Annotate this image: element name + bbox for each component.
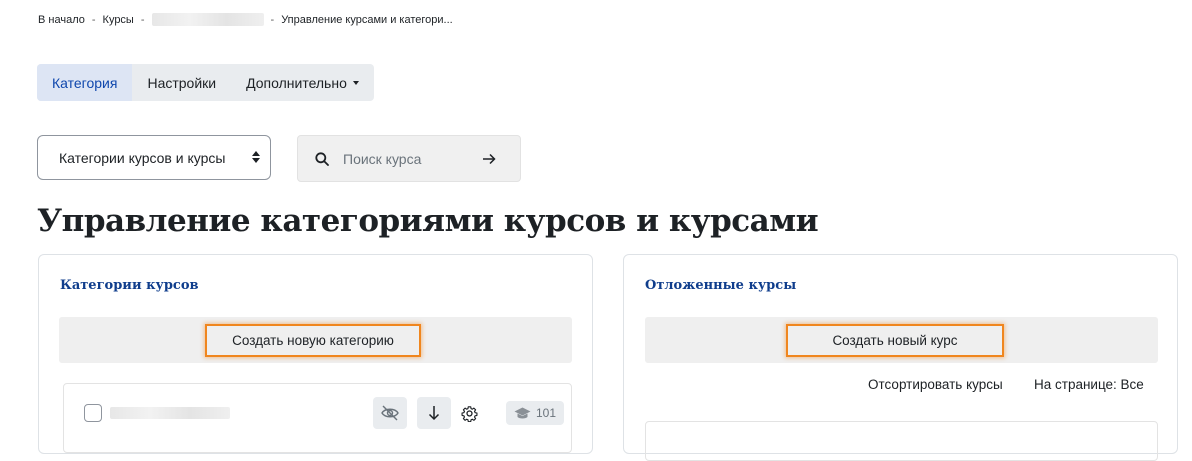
arrow-down-icon [428, 406, 440, 421]
courses-panel: Отложенные курсы Создать новый курс Отсо… [623, 254, 1178, 461]
chevron-down-icon [352, 81, 359, 85]
tab-label: Настройки [147, 74, 217, 91]
course-count-badge: 101 [506, 401, 565, 425]
create-course-button[interactable]: Создать новый курс [786, 324, 1004, 357]
hide-category-button[interactable] [373, 397, 407, 429]
search-icon [315, 151, 329, 166]
category-settings-button[interactable] [457, 401, 481, 425]
category-checkbox[interactable] [84, 404, 102, 422]
gear-icon [460, 405, 478, 422]
courses-action-bar: Создать новый курс [645, 317, 1158, 363]
breadcrumb-separator: - [270, 13, 275, 26]
category-name-redacted[interactable] [110, 407, 230, 419]
breadcrumb-redacted-item[interactable] [151, 13, 264, 26]
view-mode-value: Категории курсов и курсы [59, 149, 226, 166]
per-page-link[interactable]: На странице: Все [1034, 377, 1144, 392]
tab-label: Дополнительно [246, 74, 347, 91]
select-arrows-icon [252, 151, 260, 163]
tab-label: Категория [52, 74, 118, 91]
breadcrumb: В начало - Курсы - - Управление курсами … [38, 13, 453, 26]
breadcrumb-home[interactable]: В начало [38, 14, 85, 26]
tab-settings[interactable]: Настройки [132, 64, 231, 101]
breadcrumb-courses[interactable]: Курсы [103, 14, 134, 26]
breadcrumb-separator: - [91, 13, 96, 26]
categories-panel-title: Категории курсов [60, 278, 199, 293]
breadcrumb-current: Управление курсами и категори... [281, 13, 453, 26]
course-categories-panel: Категории курсов Создать новую категорию [38, 254, 593, 454]
eye-slash-icon [381, 405, 399, 421]
sort-courses-link[interactable]: Отсортировать курсы [868, 377, 1003, 392]
courses-panel-title: Отложенные курсы [645, 278, 797, 293]
secondary-navigation: Категория Настройки Дополнительно [37, 64, 374, 101]
move-down-button[interactable] [417, 397, 451, 429]
course-search [297, 135, 521, 182]
arrow-right-icon[interactable] [482, 153, 496, 165]
course-count: 101 [536, 406, 557, 420]
course-list [645, 421, 1158, 461]
breadcrumb-separator: - [140, 13, 145, 26]
create-category-button[interactable]: Создать новую категорию [205, 324, 421, 357]
page-title: Управление категориями курсов и курсами [37, 203, 819, 239]
categories-action-bar: Создать новую категорию [59, 317, 572, 363]
view-mode-select[interactable]: Категории курсов и курсы [37, 135, 271, 180]
category-list-item[interactable]: 101 [63, 383, 572, 453]
search-input[interactable] [341, 149, 465, 168]
tab-category[interactable]: Категория [37, 64, 133, 101]
tab-more[interactable]: Дополнительно [231, 64, 374, 101]
graduation-cap-icon [514, 407, 531, 418]
